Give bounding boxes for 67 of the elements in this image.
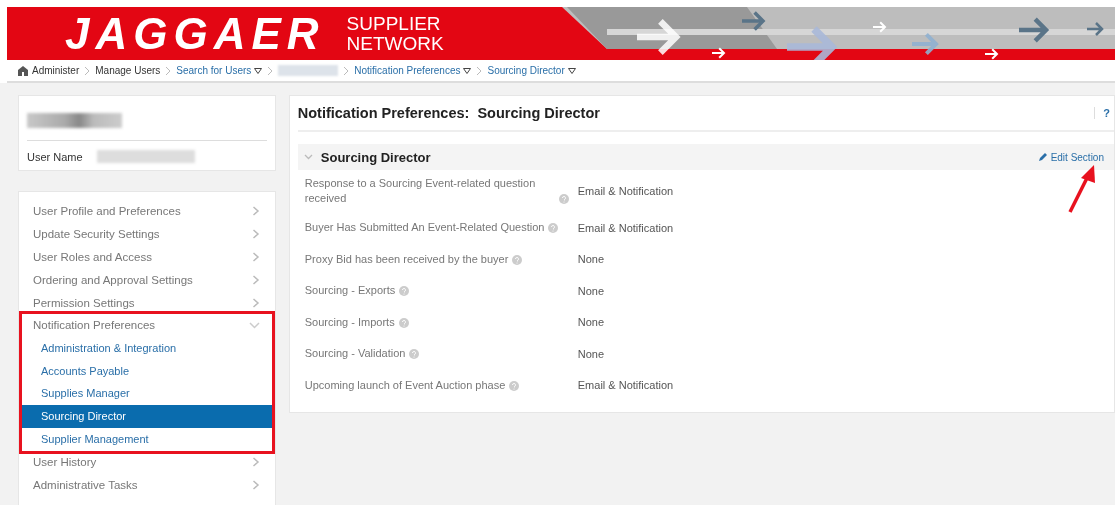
help-icon — [512, 254, 523, 265]
field-value: Email & Notification — [577, 379, 674, 392]
caret-down-icon — [463, 67, 472, 74]
chevron-right-icon — [165, 65, 172, 76]
section-title: Sourcing Director — [320, 149, 431, 165]
breadcrumb-link[interactable]: Manage Users — [95, 65, 161, 76]
field-value: None — [577, 316, 605, 329]
chevron-down-icon — [303, 154, 313, 160]
pencil-icon — [1037, 152, 1048, 162]
chevron-right-icon — [251, 229, 260, 240]
tagline-text: SUPPLIER — [346, 13, 442, 34]
chevron-right-icon — [251, 297, 260, 308]
chevron-right-icon — [251, 479, 260, 490]
redacted-crumb — [278, 65, 339, 76]
help-link[interactable]: ? — [1094, 107, 1114, 119]
chevron-right-icon — [251, 457, 260, 468]
field-label: Buyer Has Submitted An Event-Related Question — [304, 220, 545, 236]
logo: JAGGAER — [65, 11, 325, 56]
nav-item[interactable]: User Roles and Access — [22, 245, 272, 269]
building-icon — [17, 65, 29, 76]
page-title: Notification Preferences: Sourcing Director — [297, 105, 600, 121]
chevron-right-icon — [343, 65, 350, 76]
nav-item[interactable]: Administrative Tasks — [22, 473, 272, 497]
field-label: Upcoming launch of Event Auction phase — [304, 377, 506, 393]
breadcrumb-link[interactable]: Search for Users — [176, 65, 263, 76]
nav-item[interactable]: Permission Settings — [22, 291, 272, 314]
help-icon — [398, 317, 409, 328]
help-icon — [558, 194, 569, 204]
field-value: None — [577, 253, 605, 266]
chevron-right-icon — [267, 65, 274, 76]
nav-item[interactable]: User Profile and Preferences — [22, 200, 272, 223]
breadcrumb-link[interactable]: Administer — [17, 65, 80, 76]
nav-item[interactable]: Ordering and Approval Settings — [22, 268, 272, 292]
breadcrumb-link[interactable]: Sourcing Director — [487, 65, 576, 76]
help-icon — [399, 286, 410, 297]
nav-item[interactable]: Update Security Settings — [22, 222, 272, 246]
chevron-right-icon — [251, 206, 260, 217]
chevron-right-icon — [84, 65, 91, 76]
field-label: Sourcing - Exports — [304, 283, 396, 299]
help-icon — [509, 380, 520, 391]
chevron-right-icon — [251, 252, 260, 262]
nav-subitem[interactable]: Supplies Manager — [22, 382, 272, 406]
chevron-down-icon — [248, 321, 260, 329]
field-value: None — [577, 284, 605, 297]
field-label: Sourcing - Imports — [304, 314, 395, 330]
help-icon — [409, 349, 420, 360]
caret-down-icon — [254, 67, 263, 74]
nav-subitem[interactable]: Administration & Integration — [22, 336, 272, 360]
nav-subitem[interactable]: Supplier Management — [22, 427, 272, 451]
field-label: Sourcing - Validation — [304, 346, 406, 362]
field-value: Email & Notification — [577, 185, 674, 197]
field-label: User Name — [27, 150, 83, 163]
caret-down-icon — [567, 67, 576, 74]
tagline-text: NETWORK — [346, 33, 444, 54]
breadcrumb-link[interactable]: Notification Preferences — [354, 65, 472, 76]
nav-subitem[interactable]: Sourcing Director — [22, 405, 272, 428]
chevron-right-icon — [476, 65, 483, 76]
chevron-right-icon — [251, 274, 260, 285]
help-icon — [548, 223, 559, 234]
edit-section-link[interactable]: Edit Section — [1037, 151, 1104, 163]
nav-item[interactable]: User History — [22, 450, 272, 474]
field-value: Email & Notification — [577, 221, 674, 234]
field-label: Response to a Sourcing Event-related question received — [304, 176, 537, 206]
field-label: Proxy Bid has been received by the buyer — [304, 251, 509, 267]
nav-item[interactable]: Notification Preferences — [22, 314, 272, 337]
nav-subitem[interactable]: Accounts Payable — [22, 359, 272, 383]
field-value: None — [577, 347, 605, 360]
